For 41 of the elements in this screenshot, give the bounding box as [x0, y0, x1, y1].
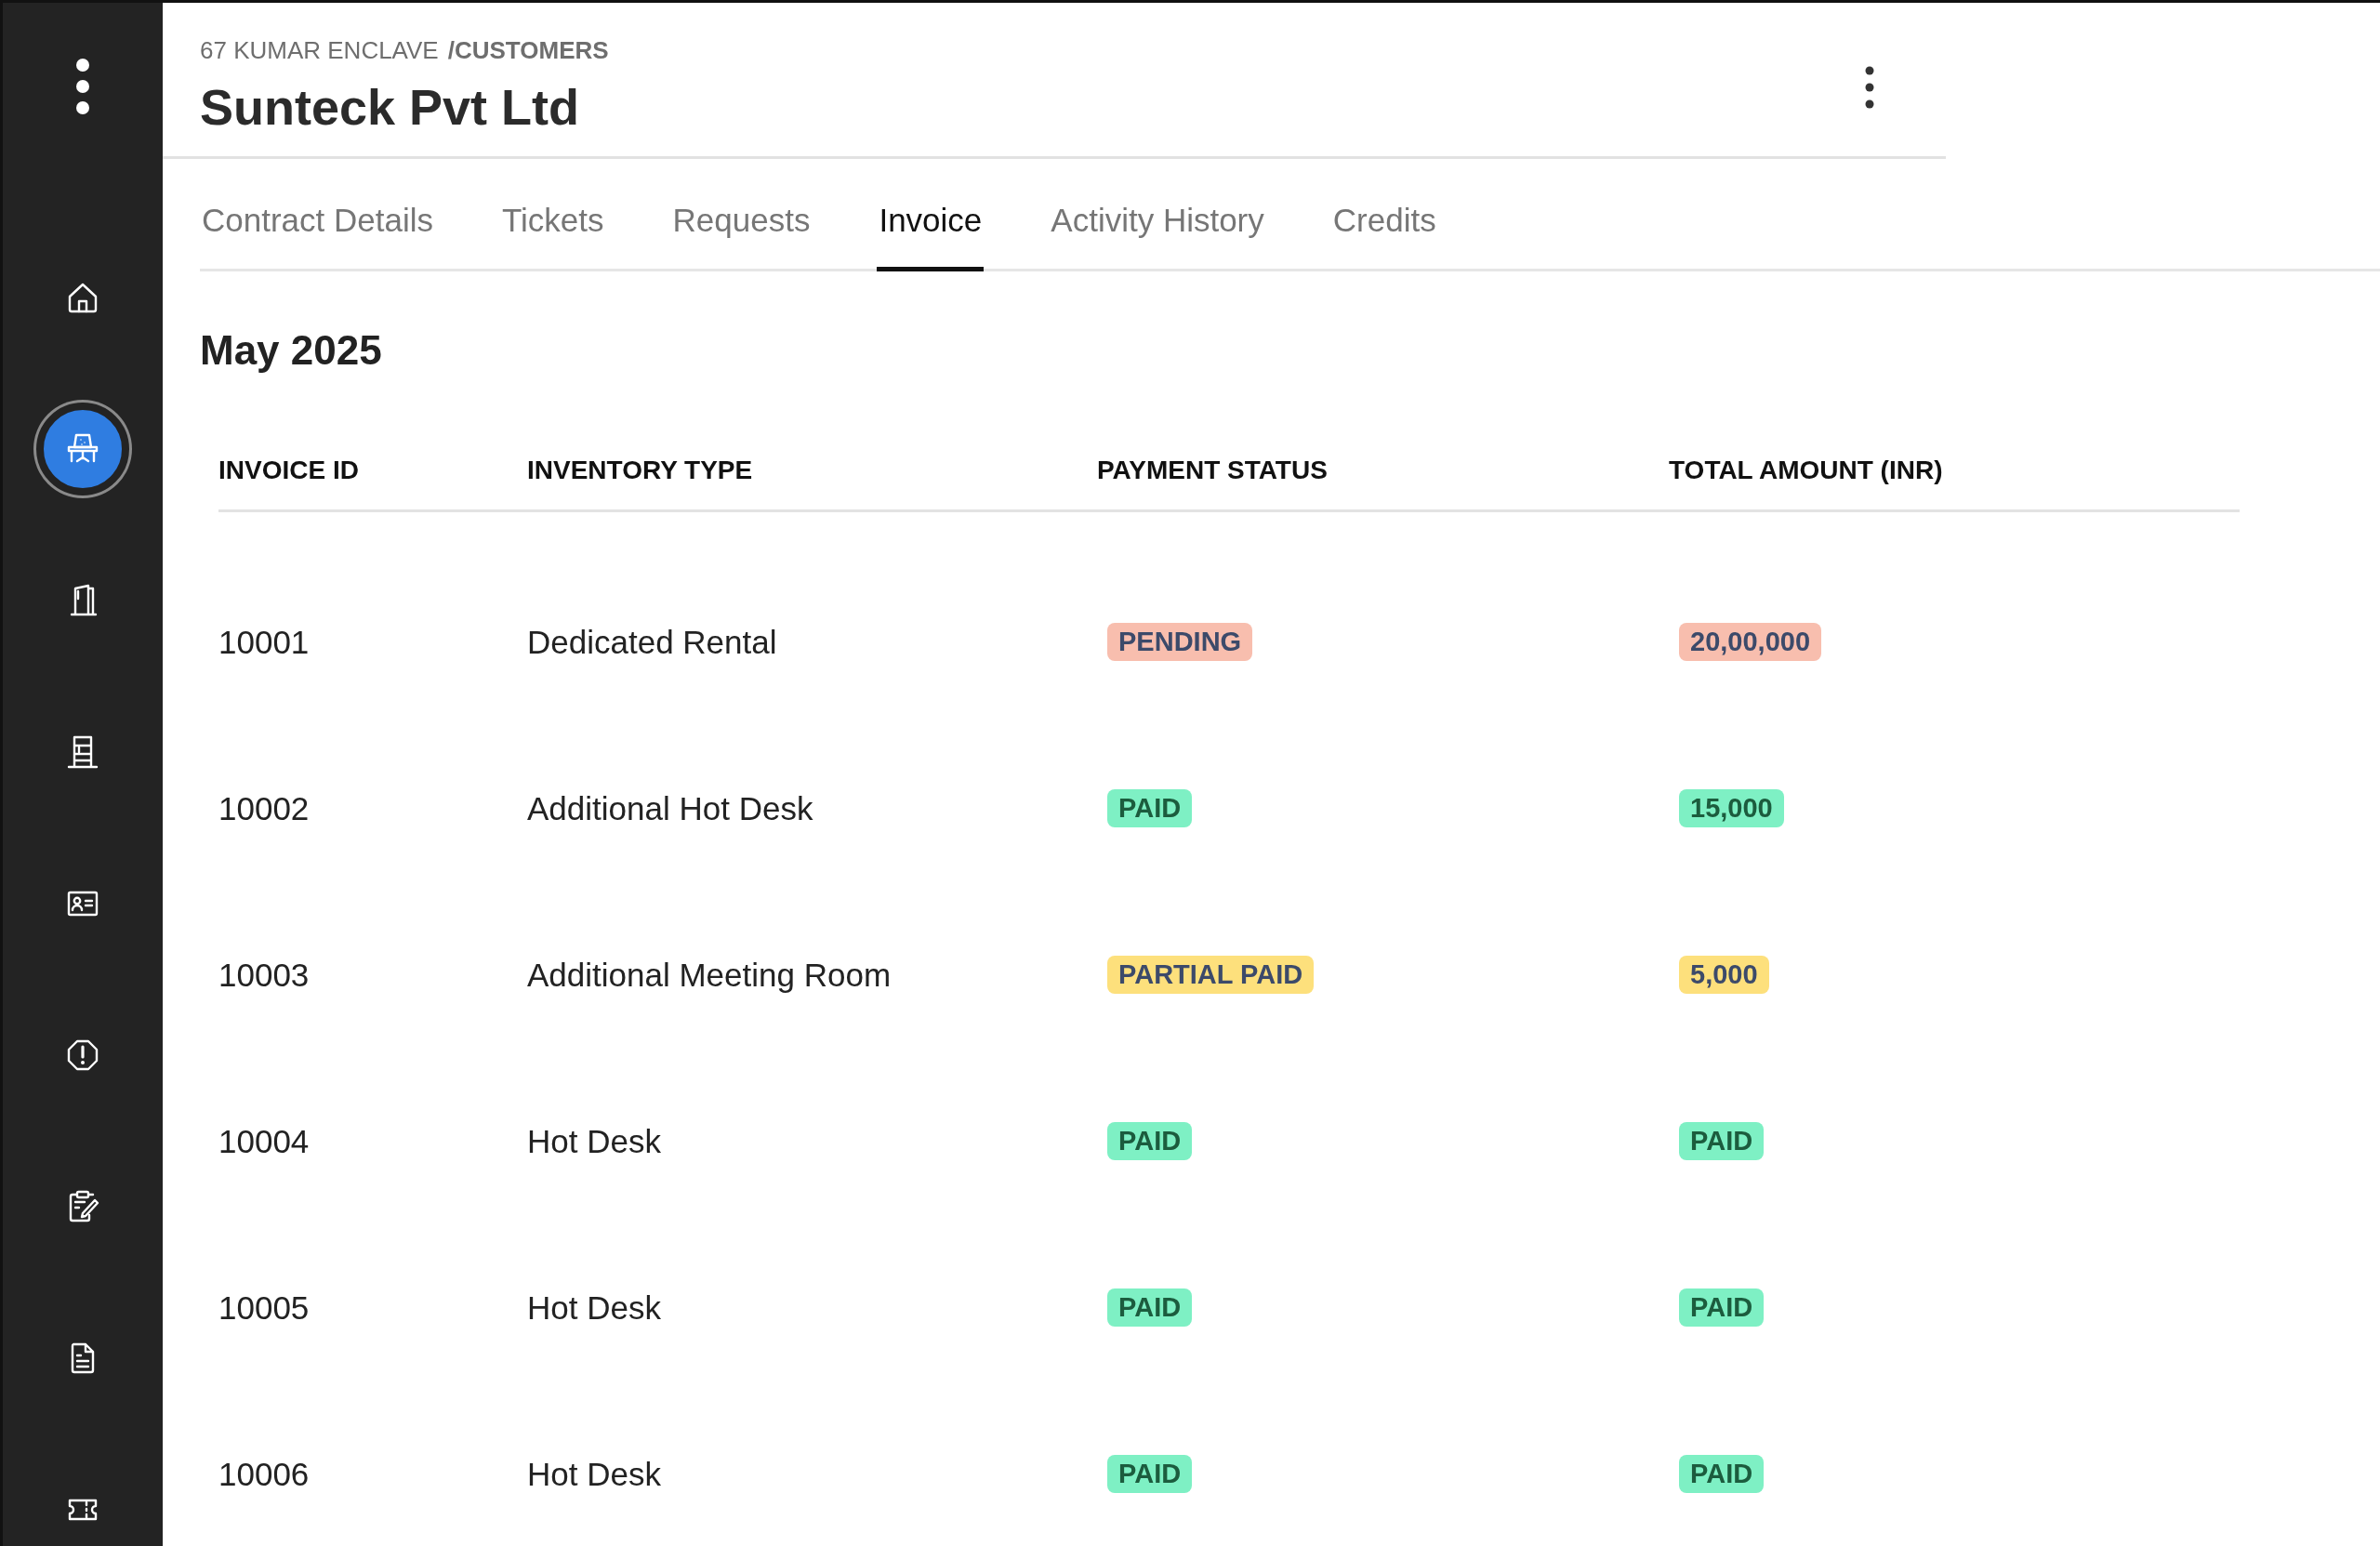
invoice-id: 10005	[218, 1288, 311, 1327]
tab[interactable]: Tickets	[500, 202, 606, 271]
payment-status-tag: PAID	[1107, 1288, 1193, 1327]
amount-tag: PAID	[1679, 1288, 1765, 1327]
column-header: PAYMENT STATUS	[1097, 456, 1329, 485]
inventory-type: Hot Desk	[527, 1288, 662, 1327]
inventory-type: Additional Meeting Room	[527, 956, 892, 994]
payment-status-tag: PARTIAL PAID	[1107, 956, 1315, 994]
desk-icon[interactable]	[36, 402, 129, 496]
inventory-type: Hot Desk	[527, 1122, 662, 1160]
inventory-type: Additional Hot Desk	[527, 789, 814, 827]
breadcrumb-section[interactable]: /CUSTOMERS	[447, 36, 609, 65]
column-header: INVENTORY TYPE	[527, 456, 754, 485]
invoice-id: 10004	[218, 1122, 311, 1160]
payment-status-tag: PAID	[1107, 1455, 1193, 1493]
invoice-id: 10001	[218, 623, 311, 661]
payment-status-tag: PENDING	[1107, 623, 1253, 661]
period-heading: May 2025	[200, 327, 383, 374]
page-title: Sunteck Pvt Ltd	[200, 78, 581, 136]
amount-tag: 15,000	[1679, 789, 1784, 827]
invoice-id: 10006	[218, 1455, 311, 1493]
more-options-icon[interactable]	[1864, 65, 1875, 110]
tab[interactable]: Credits	[1330, 202, 1438, 271]
amount-tag: 20,00,000	[1679, 623, 1821, 661]
inventory-type: Hot Desk	[527, 1455, 662, 1493]
tab[interactable]: Requests	[670, 202, 813, 271]
inventory-type: Dedicated Rental	[527, 623, 778, 661]
payment-status-tag: PAID	[1107, 789, 1193, 827]
menu-icon[interactable]	[75, 58, 90, 115]
tab[interactable]: Activity History	[1049, 202, 1266, 271]
amount-tag: PAID	[1679, 1455, 1765, 1493]
breadcrumb-location[interactable]: 67 KUMAR ENCLAVE	[200, 36, 439, 65]
invoice-id: 10002	[218, 789, 311, 827]
tab[interactable]: Invoice	[877, 202, 985, 271]
tab[interactable]: Contract Details	[200, 202, 435, 271]
invoice-id: 10003	[218, 956, 311, 994]
amount-tag: 5,000	[1679, 956, 1769, 994]
column-header: INVOICE ID	[218, 456, 360, 485]
column-header: TOTAL AMOUNT (INR)	[1669, 456, 1944, 485]
payment-status-tag: PAID	[1107, 1122, 1193, 1160]
amount-tag: PAID	[1679, 1122, 1765, 1160]
